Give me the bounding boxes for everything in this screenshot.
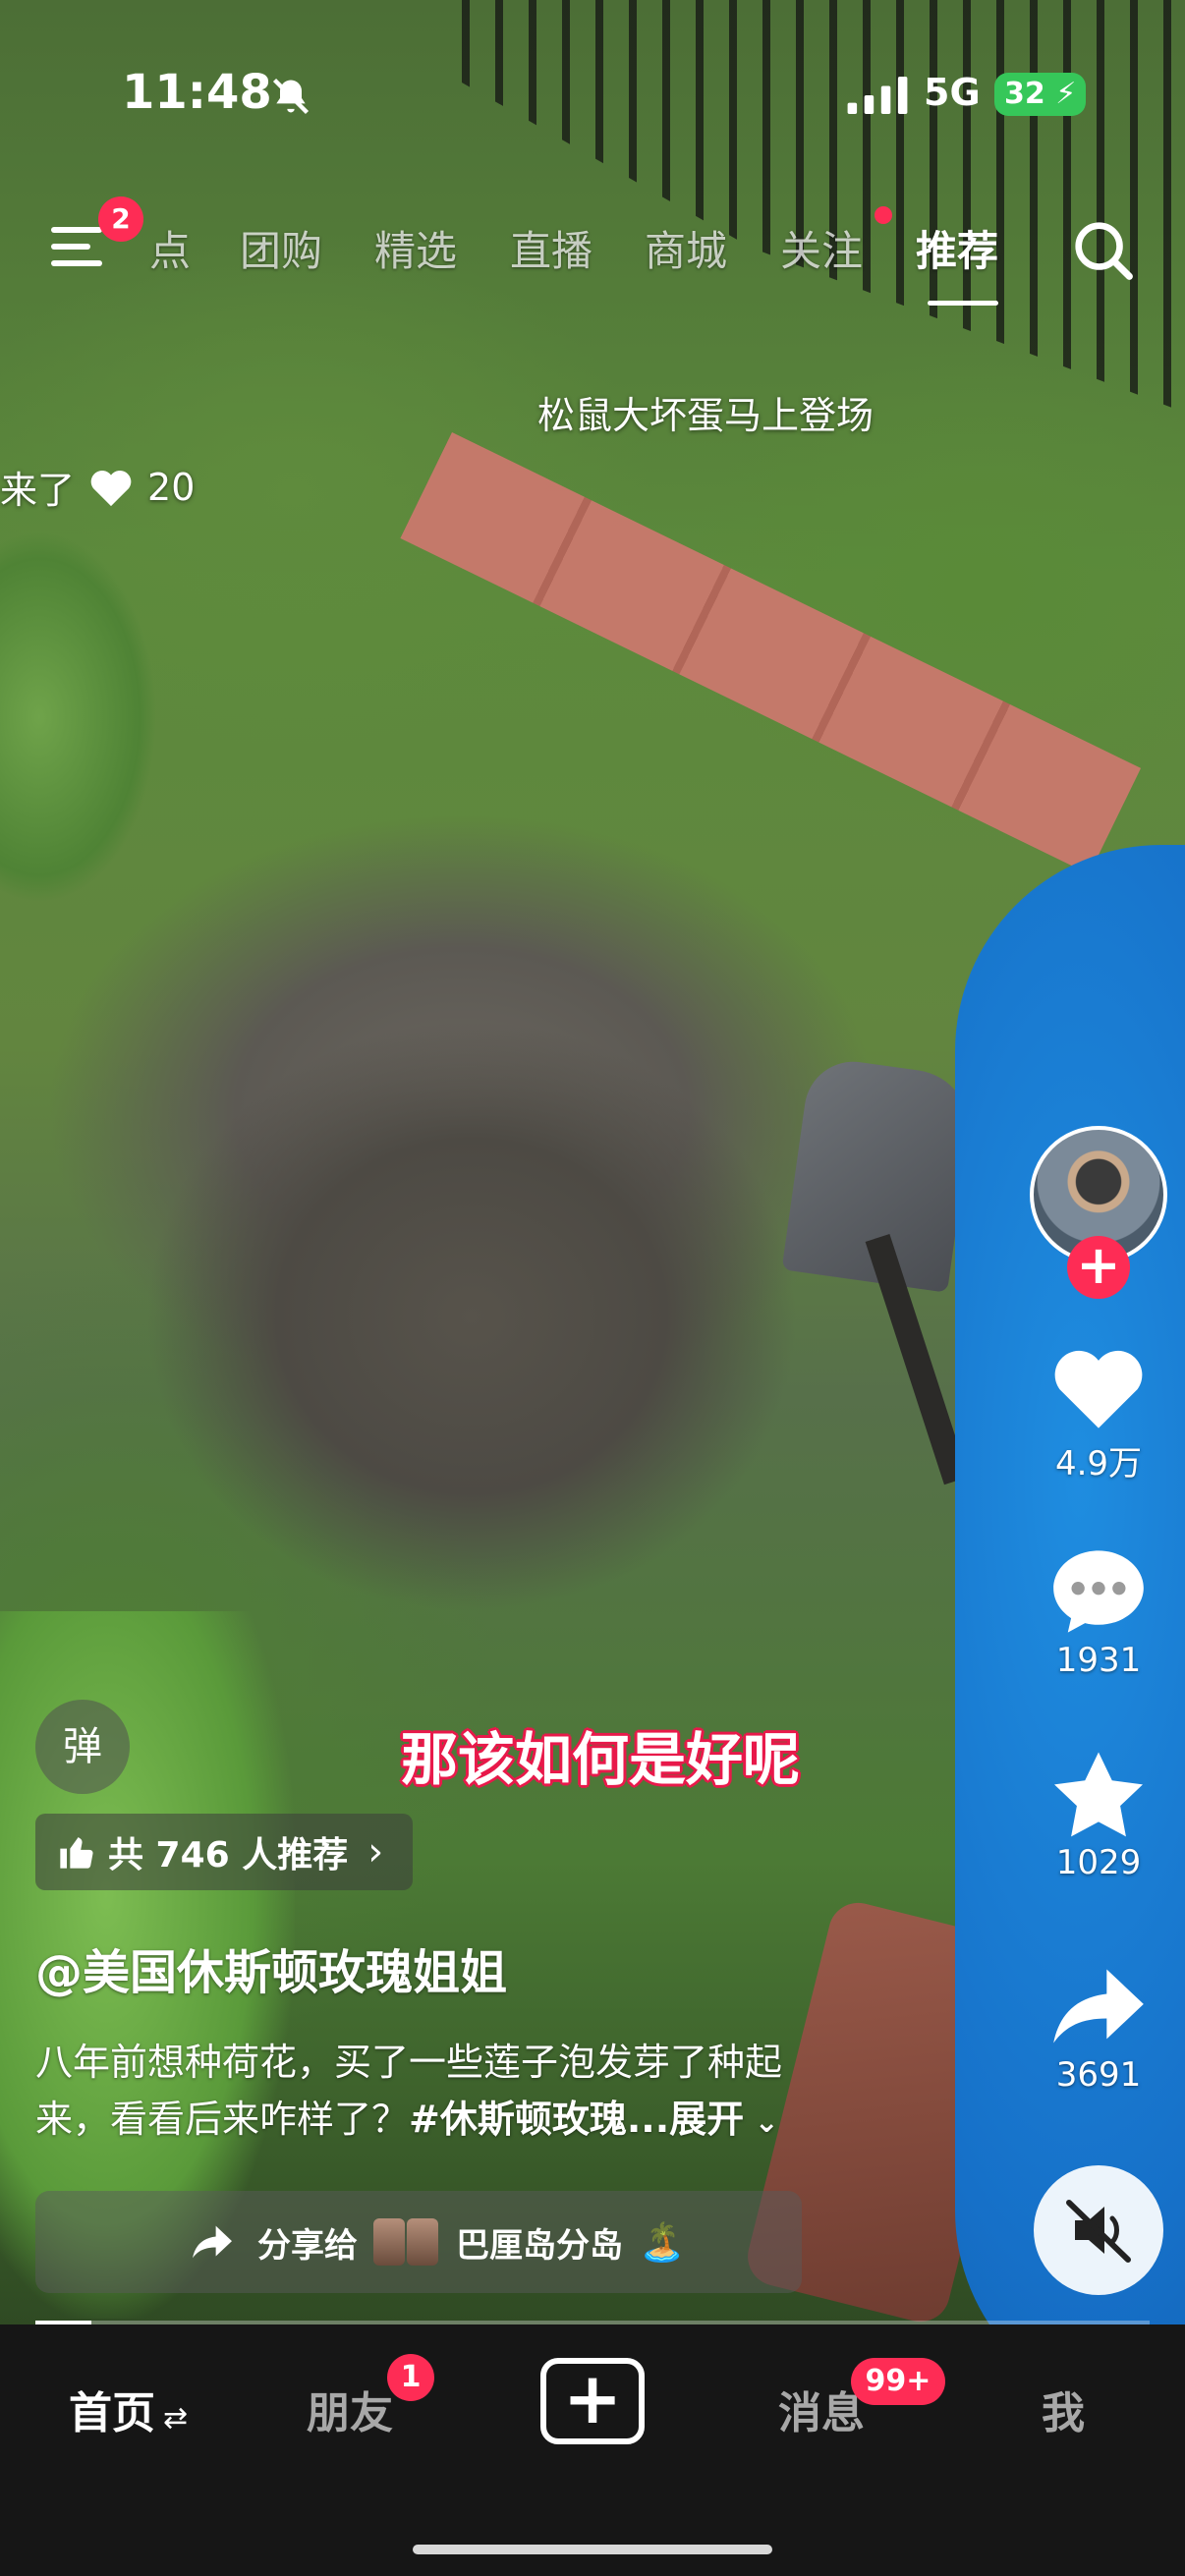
hashtag-link[interactable]: #休斯顿玫瑰... <box>409 2098 669 2141</box>
favorite-count: 1029 <box>1055 1843 1142 1882</box>
share-target: 巴厘岛分岛 <box>456 2225 623 2266</box>
island-emoji: 🏝️ <box>639 2219 686 2264</box>
share-to-pill[interactable]: 分享给 巴厘岛分岛 🏝️ <box>35 2191 802 2293</box>
search-icon[interactable] <box>1071 218 1136 283</box>
bottom-tab-home[interactable]: 首页 ⇄ <box>69 2378 188 2440</box>
bottom-tab-friends[interactable]: 朋友 <box>307 2378 393 2440</box>
danmaku-likes: 20 <box>147 465 196 509</box>
like-button[interactable]: 4.9万 <box>1030 1342 1167 1484</box>
refresh-icon: ⇄ <box>163 2401 189 2436</box>
description-line-1: 八年前想种荷花，买了一些莲子泡发芽了种起 <box>35 2041 783 2084</box>
video-description: 八年前想种荷花，买了一些莲子泡发芽了种起 来，看看后来咋样了？#休斯顿玫瑰...… <box>35 2034 959 2152</box>
tab-mall[interactable]: 商城 <box>645 218 727 278</box>
share-button[interactable]: 3691 <box>1030 1961 1167 2095</box>
author-name[interactable]: @美国休斯顿玫瑰姐姐 <box>35 1933 507 2002</box>
chevron-down-icon: ⌄ <box>744 2105 779 2140</box>
bell-muted-icon <box>272 78 310 115</box>
chevron-right-icon: › <box>367 1829 384 1875</box>
bottom-tab-me[interactable]: 我 <box>1042 2378 1085 2440</box>
tab-following[interactable]: 关注 <box>780 218 863 278</box>
comment-count: 1931 <box>1055 1641 1142 1680</box>
danmaku-toggle-button[interactable]: 弹 <box>35 1700 130 1794</box>
description-line-2: 来，看看后来咋样了？#休斯顿玫瑰...展开 ⌄ <box>35 2091 959 2152</box>
heart-icon <box>90 470 132 506</box>
star-icon <box>1054 1752 1143 1837</box>
thumbs-up-icon <box>60 1837 93 1869</box>
menu-badge: 2 <box>98 196 143 242</box>
share-arrow-icon <box>1053 1969 1144 2044</box>
video-caption: 松鼠大坏蛋马上登场 <box>536 394 874 437</box>
status-time: 11:48 <box>122 65 272 120</box>
tab-partial[interactable]: 点 <box>149 218 191 278</box>
network-type: 5G <box>924 71 981 114</box>
friends-badge: 1 <box>387 2354 434 2401</box>
video-subtitle: 那该如何是好呢 <box>401 1726 801 1793</box>
speaker-muted-icon <box>1066 2200 1131 2263</box>
tab-recommend[interactable]: 推荐 <box>916 218 998 278</box>
active-tab-indicator <box>928 301 998 306</box>
video-leaves <box>0 531 157 904</box>
tab-live[interactable]: 直播 <box>510 218 592 278</box>
comment-icon <box>1053 1550 1144 1633</box>
favorite-button[interactable]: 1029 <box>1030 1749 1167 1882</box>
share-arrow-icon <box>193 2225 232 2259</box>
like-count: 4.9万 <box>1054 1444 1143 1484</box>
group-avatar <box>373 2218 440 2266</box>
create-button[interactable]: + <box>540 2358 645 2444</box>
battery-indicator: 32 ⚡ <box>994 73 1087 116</box>
signal-icon <box>847 77 908 114</box>
recommend-text: 共 746 人推荐 <box>108 1835 349 1876</box>
status-bar: 11:48 5G 32 ⚡ <box>0 0 1185 196</box>
danmaku-comment: 来了 20 <box>0 460 195 514</box>
share-label: 分享给 <box>257 2225 358 2266</box>
tab-group-buy[interactable]: 团购 <box>240 218 322 278</box>
video-bricks <box>400 432 1142 874</box>
home-indicator <box>413 2545 772 2554</box>
mute-button[interactable] <box>1034 2165 1163 2295</box>
following-dot <box>875 206 892 224</box>
expand-button[interactable]: 展开 ⌄ <box>669 2098 779 2141</box>
recommend-pill[interactable]: 共 746 人推荐 › <box>35 1814 414 1890</box>
messages-badge: 99+ <box>851 2358 945 2405</box>
heart-icon <box>1054 1350 1143 1428</box>
description-text: 来，看看后来咋样了？ <box>35 2098 410 2141</box>
follow-button[interactable]: + <box>1067 1236 1130 1299</box>
comment-button[interactable]: 1931 <box>1030 1546 1167 1680</box>
tab-featured[interactable]: 精选 <box>374 218 457 278</box>
danmaku-text: 来了 <box>0 469 76 512</box>
share-count: 3691 <box>1055 2055 1142 2095</box>
